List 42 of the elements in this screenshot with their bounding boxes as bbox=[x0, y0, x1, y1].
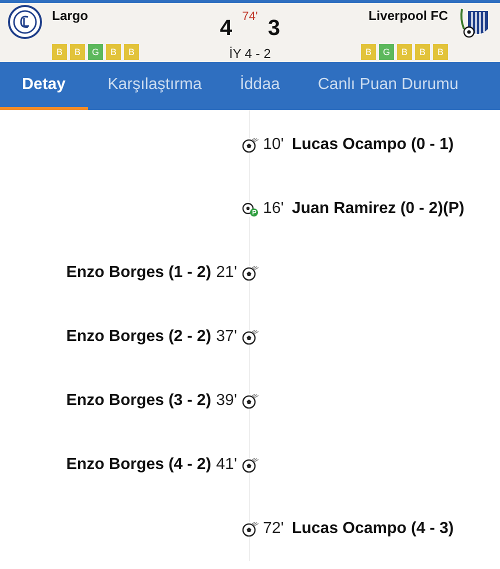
form-badge: B bbox=[124, 44, 139, 60]
form-badge: B bbox=[432, 44, 448, 60]
home-score: 4 bbox=[220, 15, 232, 41]
goal-scorer: Enzo Borges (2 - 2) bbox=[66, 328, 212, 346]
goal-minute: 16' bbox=[263, 200, 284, 218]
goal-minute: 41' bbox=[216, 456, 237, 474]
soccer-ball-icon bbox=[242, 330, 258, 344]
goal-scorer: Juan Ramirez (0 - 2)(P) bbox=[292, 200, 464, 218]
goal-minute: 37' bbox=[216, 328, 237, 346]
goal-scorer: Enzo Borges (3 - 2) bbox=[66, 392, 212, 410]
form-badge: B bbox=[414, 44, 430, 60]
half-time-score: İY 4 - 2 bbox=[229, 46, 271, 61]
form-badge: G bbox=[88, 44, 103, 60]
soccer-ball-icon bbox=[242, 138, 258, 152]
tab[interactable]: Canlı Puan Durumu bbox=[300, 62, 476, 110]
goal-minute: 10' bbox=[263, 136, 284, 154]
club-crest-icon bbox=[8, 5, 42, 39]
form-badge: G bbox=[378, 44, 394, 60]
penalty-ball-icon bbox=[242, 202, 258, 216]
soccer-ball-icon bbox=[242, 522, 258, 536]
goal-minute: 39' bbox=[216, 392, 237, 410]
soccer-ball-icon bbox=[242, 266, 258, 280]
soccer-ball-icon bbox=[242, 394, 258, 408]
goal-scorer: Enzo Borges (1 - 2) bbox=[66, 264, 212, 282]
goal-scorer: Lucas Ocampo (4 - 3) bbox=[292, 520, 454, 538]
tab[interactable]: Karşılaştırma bbox=[90, 62, 220, 110]
tab[interactable]: Detay bbox=[0, 62, 88, 110]
form-badge: B bbox=[106, 44, 121, 60]
form-badge: B bbox=[360, 44, 376, 60]
team-name: Liverpool FC bbox=[368, 8, 448, 23]
team-name: Largo bbox=[52, 8, 90, 23]
away-score: 3 bbox=[268, 15, 280, 41]
goal-minute: 21' bbox=[216, 264, 237, 282]
tab[interactable]: İddaa bbox=[222, 62, 298, 110]
goal-scorer: Enzo Borges (4 - 2) bbox=[66, 456, 212, 474]
goal-minute: 72' bbox=[263, 520, 284, 538]
form-badge: B bbox=[70, 44, 85, 60]
form-badge: B bbox=[396, 44, 412, 60]
match-minute: 74' bbox=[242, 9, 258, 23]
form-badge: B bbox=[52, 44, 67, 60]
goal-scorer: Lucas Ocampo (0 - 1) bbox=[292, 136, 454, 154]
soccer-ball-icon bbox=[242, 458, 258, 472]
